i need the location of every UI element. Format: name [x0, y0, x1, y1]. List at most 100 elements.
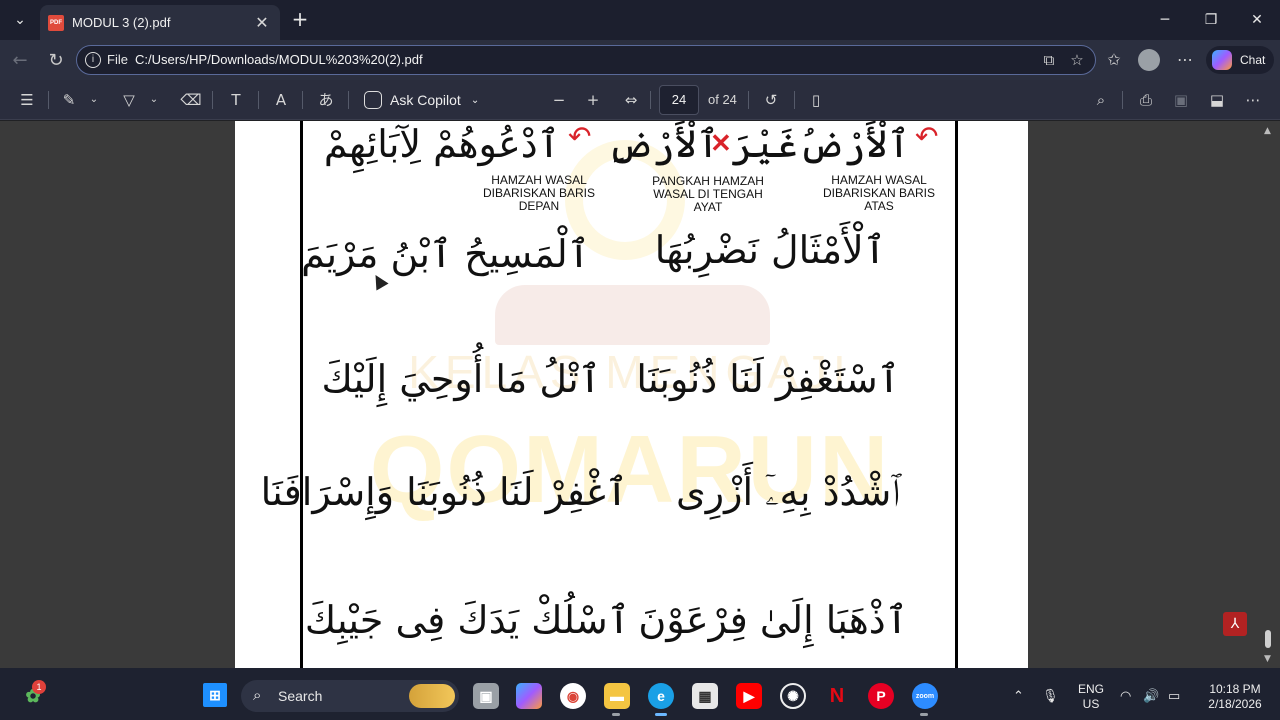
curved-arrow-icon: ↶ [568, 120, 592, 153]
avatar[interactable] [1138, 49, 1160, 71]
ask-copilot-label: Ask Copilot [390, 92, 461, 108]
favorites-icon[interactable]: ✩ [1102, 48, 1126, 72]
scroll-up-icon[interactable]: ▲ [1264, 126, 1271, 136]
page-border-right [955, 121, 958, 668]
rotate-icon[interactable]: ↺ [760, 88, 782, 112]
url-text[interactable]: C:/Users/HP/Downloads/MODUL%203%20(2).pd… [135, 52, 423, 67]
microsoft-store-icon[interactable]: ▦ [692, 683, 718, 709]
copilot-icon [364, 91, 382, 109]
divider [1122, 91, 1123, 109]
file-label: File [107, 52, 128, 67]
chatgpt-icon[interactable]: ✺ [780, 683, 806, 709]
input-language[interactable]: ENG US [1076, 682, 1106, 712]
arabic-phrase: ٱذْهَبَا إِلَىٰ فِرْعَوْنَ [638, 598, 908, 642]
save-icon[interactable]: ▣ [1170, 88, 1192, 112]
file-explorer-icon[interactable]: ▬ [604, 683, 630, 709]
running-app-indicator [612, 713, 620, 716]
eraser-icon[interactable]: ⌫ [180, 88, 202, 112]
cross-mark-icon: ✕ [710, 128, 732, 158]
youtube-icon[interactable]: ▶ [736, 683, 762, 709]
text-box-icon[interactable]: T [225, 88, 247, 112]
watermark-book [495, 285, 770, 345]
curved-arrow-icon: ↶ [915, 120, 939, 153]
address-input[interactable]: i File C:/Users/HP/Downloads/MODUL%203%2… [76, 45, 1096, 75]
lang-region: US [1082, 697, 1100, 711]
caption-text: HAMZAH WASAL DIBARISKAN BARIS DEPAN [482, 173, 596, 213]
favorite-star-icon[interactable]: ☆ [1067, 50, 1087, 70]
more-options-icon[interactable]: ⋯ [1242, 88, 1264, 112]
arabic-phrase: ٱسْتَغْفِرْ لَنَا ذُنُوبَنَا [636, 357, 900, 401]
divider [348, 91, 349, 109]
search-icon[interactable]: ⌕ [1090, 88, 1112, 112]
microphone-icon[interactable]: 🎙 [1042, 688, 1059, 704]
translate-icon[interactable]: あ [314, 88, 338, 112]
chrome-icon[interactable]: ◉ [560, 683, 586, 709]
divider [748, 91, 749, 109]
divider [258, 91, 259, 109]
more-menu-icon[interactable]: ⋯ [1173, 48, 1197, 72]
arabic-phrase: ٱسْلُكْ يَدَكَ فِى جَيْبِكَ [304, 598, 630, 642]
start-windows-icon[interactable]: ⊞ [203, 683, 227, 707]
copilot-chat-button[interactable]: Chat [1206, 46, 1274, 74]
chevron-down-icon[interactable]: ⌄ [146, 88, 162, 112]
chevron-down-icon[interactable]: ⌄ [86, 88, 102, 112]
wifi-icon[interactable]: ◠ [1120, 688, 1131, 704]
print-icon[interactable]: ⎙ [1135, 88, 1157, 112]
system-clock[interactable]: 10:18 PM 2/18/2026 [1198, 682, 1272, 712]
back-button[interactable]: ← [8, 48, 32, 72]
show-hidden-icons-chevron-icon[interactable]: ⌃ [1013, 688, 1024, 704]
taskbar-search[interactable]: ⌕ Search [241, 680, 459, 712]
divider [212, 91, 213, 109]
minimize-button[interactable]: ─ [1142, 0, 1188, 40]
close-icon[interactable]: ✕ [250, 13, 274, 32]
caption-text: PANGKAH HAMZAH WASAL DI TENGAH AYAT [652, 174, 764, 214]
time-text: 10:18 PM [1209, 682, 1261, 696]
fit-width-icon[interactable]: ⇔ [620, 88, 642, 112]
battery-icon[interactable]: ▭ [1168, 688, 1180, 704]
caption-text: HAMZAH WASAL DIBARISKAN BARIS ATAS [822, 173, 936, 213]
volume-icon[interactable]: 🔊 [1143, 688, 1159, 704]
refresh-button[interactable]: ↻ [44, 48, 68, 72]
zoom-in-icon[interactable]: + [582, 88, 604, 112]
new-tab-button[interactable]: + [288, 8, 312, 32]
divider [302, 91, 303, 109]
page-number-input[interactable]: 24 [659, 85, 699, 115]
arabic-phrase: ٱلْأَرْضُ [798, 122, 910, 166]
arabic-phrase: ٱلْمَسِيحُ ٱبْنُ مَرْيَمَ [301, 232, 590, 276]
immersive-reader-icon[interactable]: ⧉ [1039, 50, 1059, 70]
close-window-button[interactable]: ✕ [1234, 0, 1280, 40]
arabic-phrase: ٱدْعُوهُمْ لِآبَائِهِمْ [323, 122, 560, 166]
copilot-icon [1212, 50, 1232, 70]
acrobat-icon[interactable]: ⅄ [1223, 612, 1247, 636]
save-as-icon[interactable]: ⬓ [1206, 88, 1228, 112]
page-view-icon[interactable]: ▯ [805, 88, 827, 112]
scroll-down-icon[interactable]: ▼ [1264, 654, 1271, 664]
notification-badge: 1 [32, 680, 46, 694]
info-icon[interactable]: i [85, 52, 101, 68]
table-of-contents-icon[interactable]: ☰ [16, 88, 38, 112]
edge-icon[interactable]: e [648, 683, 674, 709]
read-aloud-icon[interactable]: A [270, 88, 292, 112]
zoom-out-icon[interactable]: − [548, 88, 570, 112]
tab-list-button[interactable]: ⌄ [6, 6, 34, 34]
chat-label: Chat [1240, 53, 1266, 67]
tab-title: MODUL 3 (2).pdf [72, 15, 171, 30]
ask-copilot-button[interactable]: Ask Copilot ⌄ [364, 88, 479, 112]
arabic-phrase: ٱشْدُدْ بِهِۦٓ أَزْرِى [676, 470, 900, 514]
pdf-icon: PDF [48, 14, 64, 31]
pinterest-icon[interactable]: P [868, 683, 894, 709]
scrollbar[interactable] [1262, 122, 1274, 668]
divider [650, 91, 651, 109]
active-app-indicator [655, 713, 667, 716]
draw-icon[interactable]: ▽ [118, 88, 140, 112]
netflix-icon[interactable]: N [824, 683, 850, 709]
tab-modul-pdf[interactable]: PDF MODUL 3 (2).pdf ✕ [40, 5, 280, 40]
zoom-app-icon[interactable]: zoom [912, 683, 938, 709]
task-view-icon[interactable]: ▣ [473, 683, 499, 709]
page-border-left [300, 121, 303, 668]
search-icon: ⌕ [253, 686, 262, 704]
scrollbar-thumb[interactable] [1265, 630, 1271, 648]
copilot-icon[interactable] [516, 683, 542, 709]
restore-button[interactable]: ❐ [1188, 0, 1234, 40]
highlight-icon[interactable]: ✎ [58, 88, 80, 112]
